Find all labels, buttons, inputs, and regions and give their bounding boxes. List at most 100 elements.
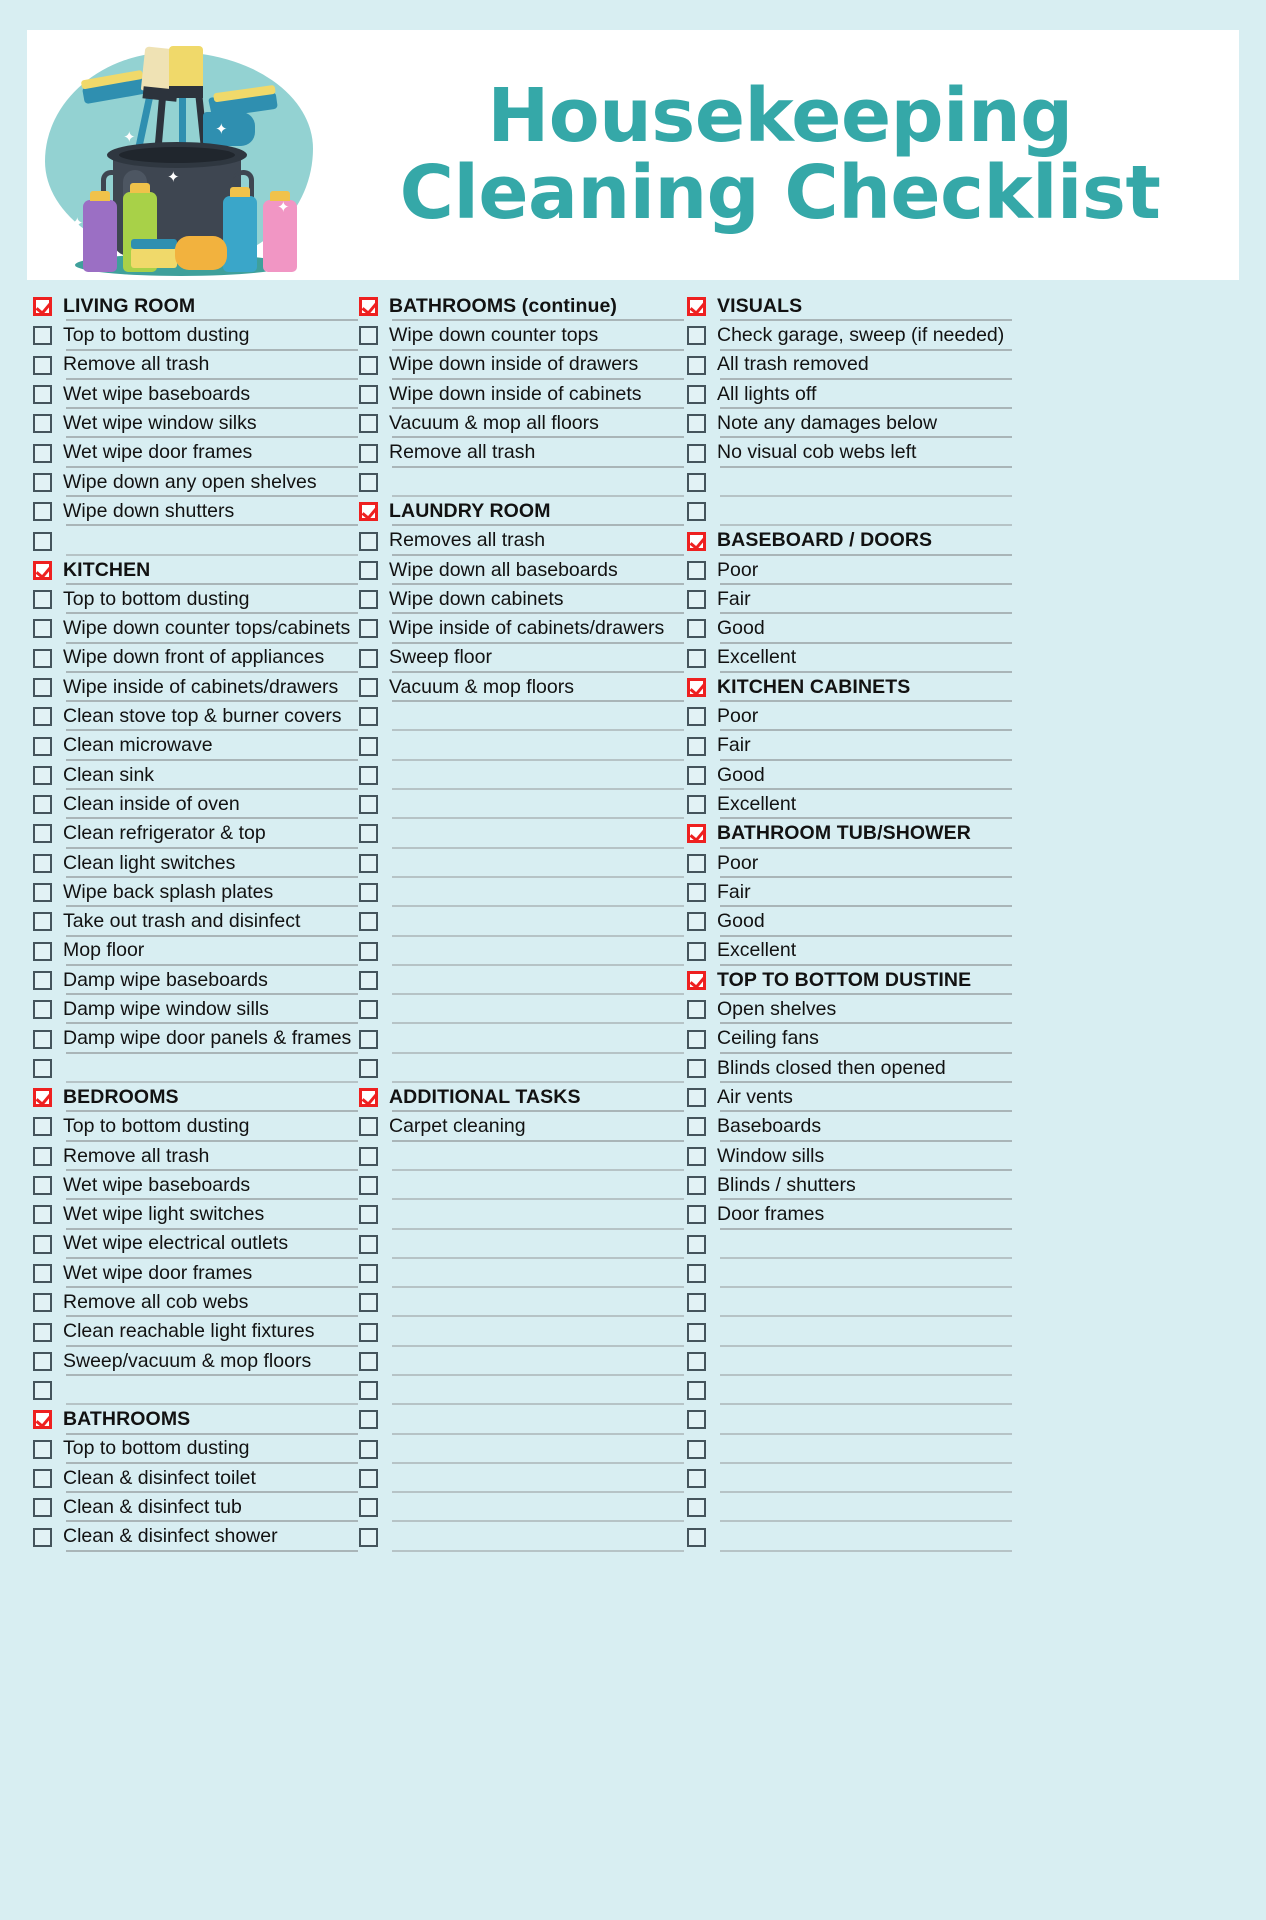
checkbox[interactable] — [687, 385, 706, 405]
checkbox[interactable] — [687, 414, 706, 434]
checkbox[interactable] — [359, 560, 378, 580]
checklist-row[interactable] — [686, 1317, 1012, 1347]
checkbox[interactable] — [33, 531, 52, 551]
checklist-row[interactable]: Clean reachable light fixtures — [32, 1317, 358, 1347]
checklist-row[interactable]: Wipe down inside of cabinets — [358, 380, 684, 410]
checked-checkbox-icon[interactable] — [359, 297, 378, 317]
checkbox[interactable] — [359, 1058, 378, 1078]
checkbox[interactable] — [33, 1117, 52, 1137]
checkbox[interactable] — [33, 678, 52, 697]
checklist-row[interactable]: Mop floor — [32, 937, 358, 966]
checkbox[interactable] — [33, 619, 52, 639]
checklist-row[interactable]: Remove all trash — [32, 1142, 358, 1171]
checkbox[interactable] — [359, 1117, 378, 1137]
checkbox[interactable] — [687, 912, 706, 932]
checklist-row[interactable]: Door frames — [686, 1200, 1012, 1230]
checkbox[interactable] — [33, 1176, 52, 1196]
checkbox[interactable] — [359, 824, 378, 844]
checkbox[interactable] — [687, 707, 706, 727]
checkbox[interactable] — [359, 912, 378, 932]
checklist-row[interactable] — [358, 1405, 684, 1435]
checklist-row[interactable] — [358, 1522, 684, 1552]
checklist-row[interactable] — [358, 1288, 684, 1318]
checklist-row[interactable] — [686, 468, 1012, 498]
checkbox[interactable] — [33, 1381, 52, 1401]
section-heading-row[interactable]: VISUALS — [686, 292, 1012, 322]
checklist-row[interactable]: Top to bottom dusting — [32, 585, 358, 615]
checkbox[interactable] — [33, 1527, 52, 1547]
checkbox[interactable] — [687, 765, 706, 785]
checkbox[interactable] — [33, 502, 52, 522]
checkbox[interactable] — [687, 1058, 706, 1078]
checklist-row[interactable] — [358, 1054, 684, 1084]
checkbox[interactable] — [687, 1498, 706, 1518]
checkbox[interactable] — [359, 1000, 378, 1020]
checklist-row[interactable]: Vacuum & mop all floors — [358, 409, 684, 439]
checkbox[interactable] — [359, 1498, 378, 1518]
checkbox[interactable] — [359, 883, 378, 903]
checkbox[interactable] — [33, 1029, 52, 1049]
checked-checkbox-icon[interactable] — [687, 970, 706, 990]
checkbox[interactable] — [33, 1469, 52, 1489]
checklist-row[interactable] — [358, 1435, 684, 1464]
checkbox[interactable] — [33, 1263, 52, 1283]
checklist-row[interactable]: Wipe down counter tops/cabinets — [32, 614, 358, 644]
checkbox[interactable] — [33, 765, 52, 785]
checklist-row[interactable] — [358, 966, 684, 996]
checklist-row[interactable] — [358, 907, 684, 937]
checklist-row[interactable]: Excellent — [686, 937, 1012, 966]
checkbox[interactable] — [687, 1293, 706, 1313]
checkbox[interactable] — [359, 1351, 378, 1371]
section-heading-row[interactable]: TOP TO BOTTOM DUSTINE — [686, 966, 1012, 996]
section-heading-row[interactable]: BATHROOM TUB/SHOWER — [686, 819, 1012, 849]
checkbox[interactable] — [687, 443, 706, 463]
checklist-row[interactable]: Wipe down all baseboards — [358, 556, 684, 585]
checklist-row[interactable]: Wet wipe door frames — [32, 1259, 358, 1289]
checklist-row[interactable]: Wet wipe window silks — [32, 409, 358, 439]
checkbox[interactable] — [33, 853, 52, 873]
checklist-row[interactable] — [686, 1259, 1012, 1289]
checked-checkbox-icon[interactable] — [33, 560, 52, 580]
checklist-row[interactable]: Excellent — [686, 644, 1012, 673]
checklist-row[interactable] — [686, 1493, 1012, 1523]
checkbox[interactable] — [359, 1029, 378, 1049]
checklist-row[interactable] — [686, 1288, 1012, 1318]
checklist-row[interactable]: Take out trash and disinfect — [32, 907, 358, 937]
checked-checkbox-icon[interactable] — [33, 297, 52, 317]
checklist-row[interactable] — [32, 526, 358, 556]
checkbox[interactable] — [687, 1469, 706, 1489]
checklist-row[interactable] — [686, 1230, 1012, 1259]
checklist-row[interactable]: Poor — [686, 556, 1012, 585]
checklist-row[interactable] — [686, 497, 1012, 527]
checklist-row[interactable] — [32, 1376, 358, 1406]
checkbox[interactable] — [33, 824, 52, 844]
checklist-row[interactable]: Top to bottom dusting — [32, 1112, 358, 1142]
checkbox[interactable] — [33, 1439, 52, 1459]
checkbox[interactable] — [687, 590, 706, 610]
checked-checkbox-icon[interactable] — [687, 297, 706, 317]
checklist-row[interactable] — [358, 1347, 684, 1376]
checklist-row[interactable]: Carpet cleaning — [358, 1112, 684, 1142]
checklist-row[interactable]: Check garage, sweep (if needed) — [686, 321, 1012, 351]
checklist-row[interactable]: Clean microwave — [32, 731, 358, 761]
checkbox[interactable] — [687, 355, 706, 375]
checkbox[interactable] — [687, 1410, 706, 1430]
checklist-row[interactable]: Removes all trash — [358, 526, 684, 556]
checkbox[interactable] — [359, 1176, 378, 1196]
checkbox[interactable] — [687, 1088, 706, 1108]
checklist-row[interactable] — [358, 1200, 684, 1230]
checklist-row[interactable]: Fair — [686, 731, 1012, 761]
checklist-row[interactable] — [358, 819, 684, 849]
checkbox[interactable] — [359, 1527, 378, 1547]
checklist-row[interactable]: Blinds closed then opened — [686, 1054, 1012, 1084]
checkbox[interactable] — [687, 1234, 706, 1254]
checkbox[interactable] — [33, 472, 52, 492]
checklist-row[interactable]: Blinds / shutters — [686, 1171, 1012, 1201]
checklist-row[interactable] — [358, 995, 684, 1025]
checked-checkbox-icon[interactable] — [687, 678, 706, 697]
section-heading-row[interactable]: LAUNDRY ROOM — [358, 497, 684, 527]
checklist-row[interactable] — [358, 1171, 684, 1201]
checkbox[interactable] — [33, 707, 52, 727]
checklist-row[interactable] — [358, 1024, 684, 1054]
checkbox[interactable] — [359, 472, 378, 492]
